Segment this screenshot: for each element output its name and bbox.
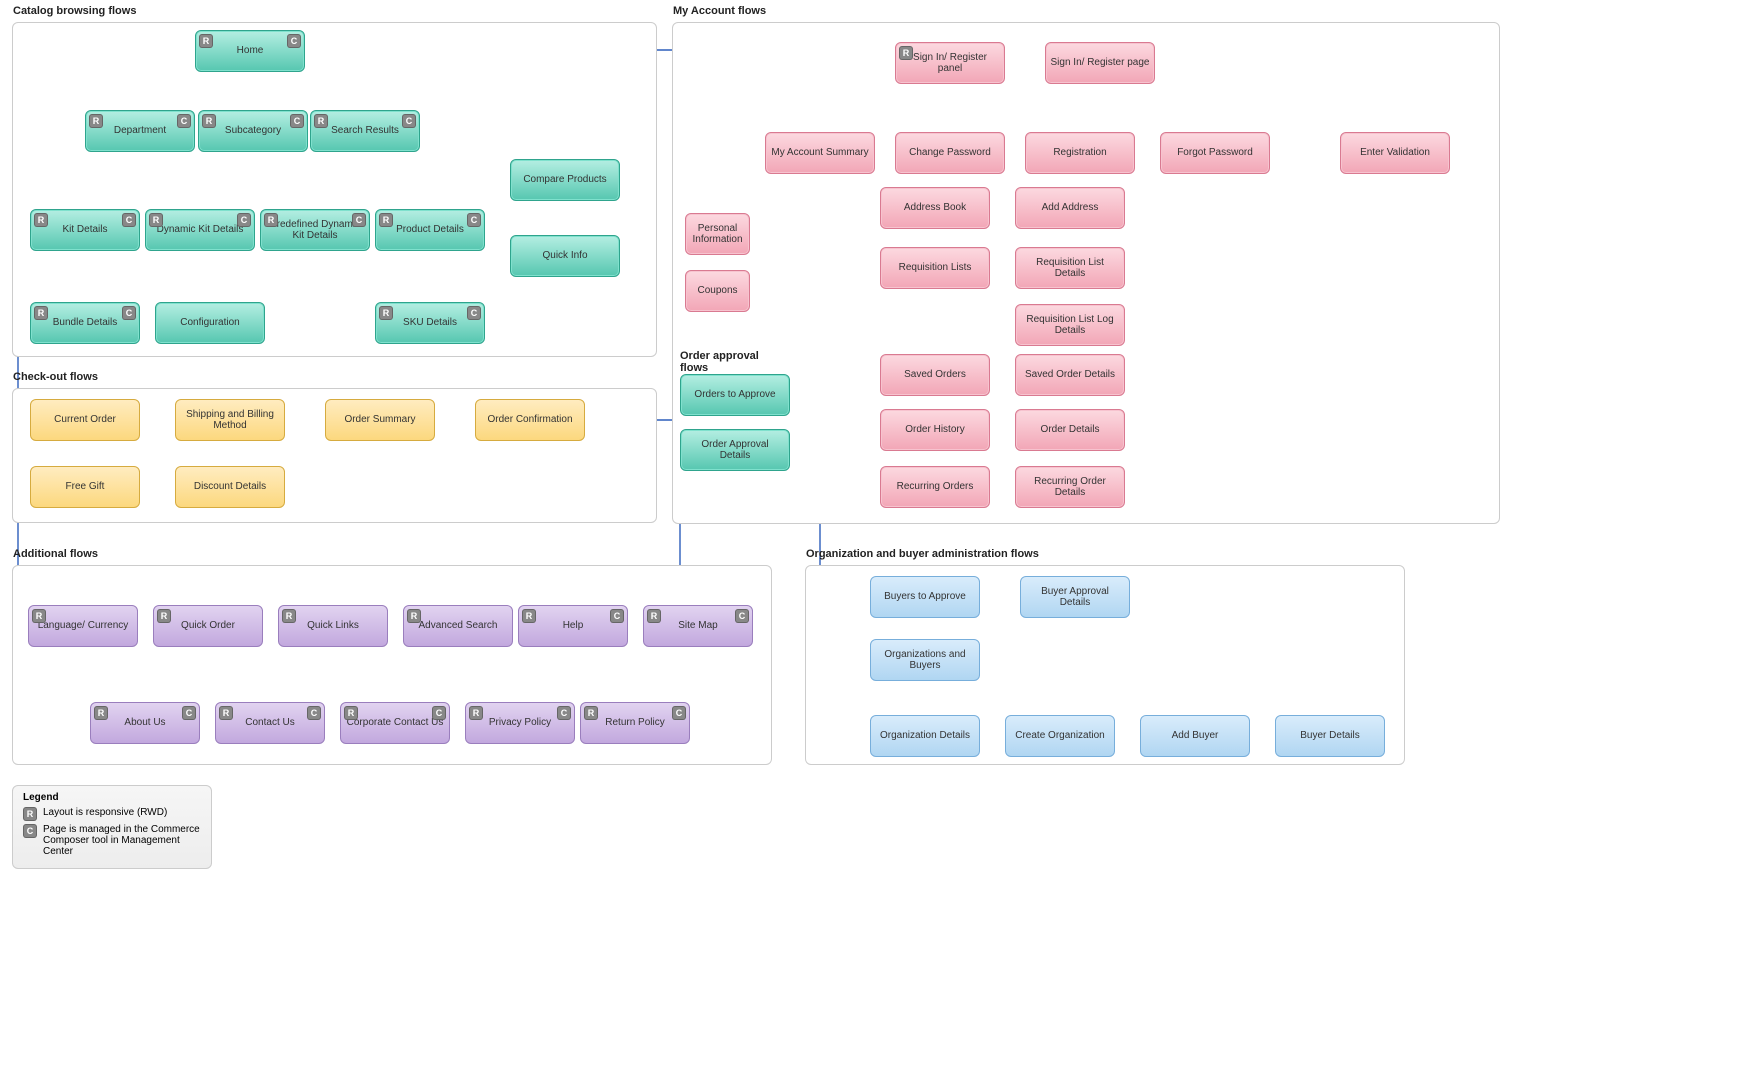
node-signin-page: Sign In/ Register page xyxy=(1045,42,1155,84)
node-sitemap: R C Site Map xyxy=(643,605,753,647)
node-add-buyer: Add Buyer xyxy=(1140,715,1250,757)
node-add-addr: Add Address xyxy=(1015,187,1125,229)
node-coupons: Coupons xyxy=(685,270,750,312)
node-quick-order: R Quick Order xyxy=(153,605,263,647)
node-free-gift: Free Gift xyxy=(30,466,140,508)
node-kit-details: R C Kit Details xyxy=(30,209,140,251)
node-org-details: Organization Details xyxy=(870,715,980,757)
node-configuration: Configuration xyxy=(155,302,265,344)
legend: Legend R Layout is responsive (RWD) C Pa… xyxy=(12,785,212,869)
legend-title: Legend xyxy=(23,792,201,803)
node-approval-details: Order Approval Details xyxy=(680,429,790,471)
badge-r: R xyxy=(199,34,213,48)
node-buyer-details: Buyer Details xyxy=(1275,715,1385,757)
node-order-history: Order History xyxy=(880,409,990,451)
node-buyers-approve: Buyers to Approve xyxy=(870,576,980,618)
node-orgs-buyers: Organizations and Buyers xyxy=(870,639,980,681)
node-recurring: Recurring Orders xyxy=(880,466,990,508)
node-forgot-pw: Forgot Password xyxy=(1160,132,1270,174)
node-personal: Personal Information xyxy=(685,213,750,255)
node-quick-info: Quick Info xyxy=(510,235,620,277)
node-department: R C Department xyxy=(85,110,195,152)
node-quick-links: R Quick Links xyxy=(278,605,388,647)
node-recurring-details: Recurring Order Details xyxy=(1015,466,1125,508)
section-title-checkout: Check-out flows xyxy=(13,371,98,383)
node-order-details: Order Details xyxy=(1015,409,1125,451)
node-home: R C Home xyxy=(195,30,305,72)
subsection-title-approval: Order approval flows xyxy=(680,350,780,374)
node-help: R C Help xyxy=(518,605,628,647)
label: Home xyxy=(237,45,264,57)
node-contact: R C Contact Us xyxy=(215,702,325,744)
node-create-org: Create Organization xyxy=(1005,715,1115,757)
node-change-pw: Change Password xyxy=(895,132,1005,174)
node-saved-orders: Saved Orders xyxy=(880,354,990,396)
node-buyer-approval: Buyer Approval Details xyxy=(1020,576,1130,618)
node-dyn-kit: R C Dynamic Kit Details xyxy=(145,209,255,251)
node-summary: My Account Summary xyxy=(765,132,875,174)
node-lang-currency: R Language/ Currency xyxy=(28,605,138,647)
node-predef-kit: R C Predefined Dynamic Kit Details xyxy=(260,209,370,251)
section-title-org: Organization and buyer administration fl… xyxy=(806,548,1039,560)
legend-badge-c: C xyxy=(23,824,37,838)
legend-badge-r: R xyxy=(23,807,37,821)
node-order-conf: Order Confirmation xyxy=(475,399,585,441)
node-validation: Enter Validation xyxy=(1340,132,1450,174)
node-order-summary: Order Summary xyxy=(325,399,435,441)
node-req-list-details: Requisition List Details xyxy=(1015,247,1125,289)
node-corp-contact: R C Corporate Contact Us xyxy=(340,702,450,744)
node-saved-order-details: Saved Order Details xyxy=(1015,354,1125,396)
node-search-results: R C Search Results xyxy=(310,110,420,152)
node-sku-details: R C SKU Details xyxy=(375,302,485,344)
node-compare-products: Compare Products xyxy=(510,159,620,201)
node-discount: Discount Details xyxy=(175,466,285,508)
node-product-details: R C Product Details xyxy=(375,209,485,251)
section-title-additional: Additional flows xyxy=(13,548,98,560)
node-addr-book: Address Book xyxy=(880,187,990,229)
node-ship-bill: Shipping and Billing Method xyxy=(175,399,285,441)
node-return: R C Return Policy xyxy=(580,702,690,744)
node-req-lists: Requisition Lists xyxy=(880,247,990,289)
section-title-catalog: Catalog browsing flows xyxy=(13,5,136,17)
legend-text-r: Layout is responsive (RWD) xyxy=(43,807,167,818)
node-adv-search: R Advanced Search xyxy=(403,605,513,647)
node-about: R C About Us xyxy=(90,702,200,744)
badge-c: C xyxy=(287,34,301,48)
legend-text-c: Page is managed in the Commerce Composer… xyxy=(43,824,201,857)
node-subcategory: R C Subcategory xyxy=(198,110,308,152)
node-current-order: Current Order xyxy=(30,399,140,441)
node-req-log: Requisition List Log Details xyxy=(1015,304,1125,346)
section-title-account: My Account flows xyxy=(673,5,766,17)
node-orders-to-approve: Orders to Approve xyxy=(680,374,790,416)
node-bundle: R C Bundle Details xyxy=(30,302,140,344)
node-registration: Registration xyxy=(1025,132,1135,174)
node-privacy: R C Privacy Policy xyxy=(465,702,575,744)
node-signin-panel: R Sign In/ Register panel xyxy=(895,42,1005,84)
